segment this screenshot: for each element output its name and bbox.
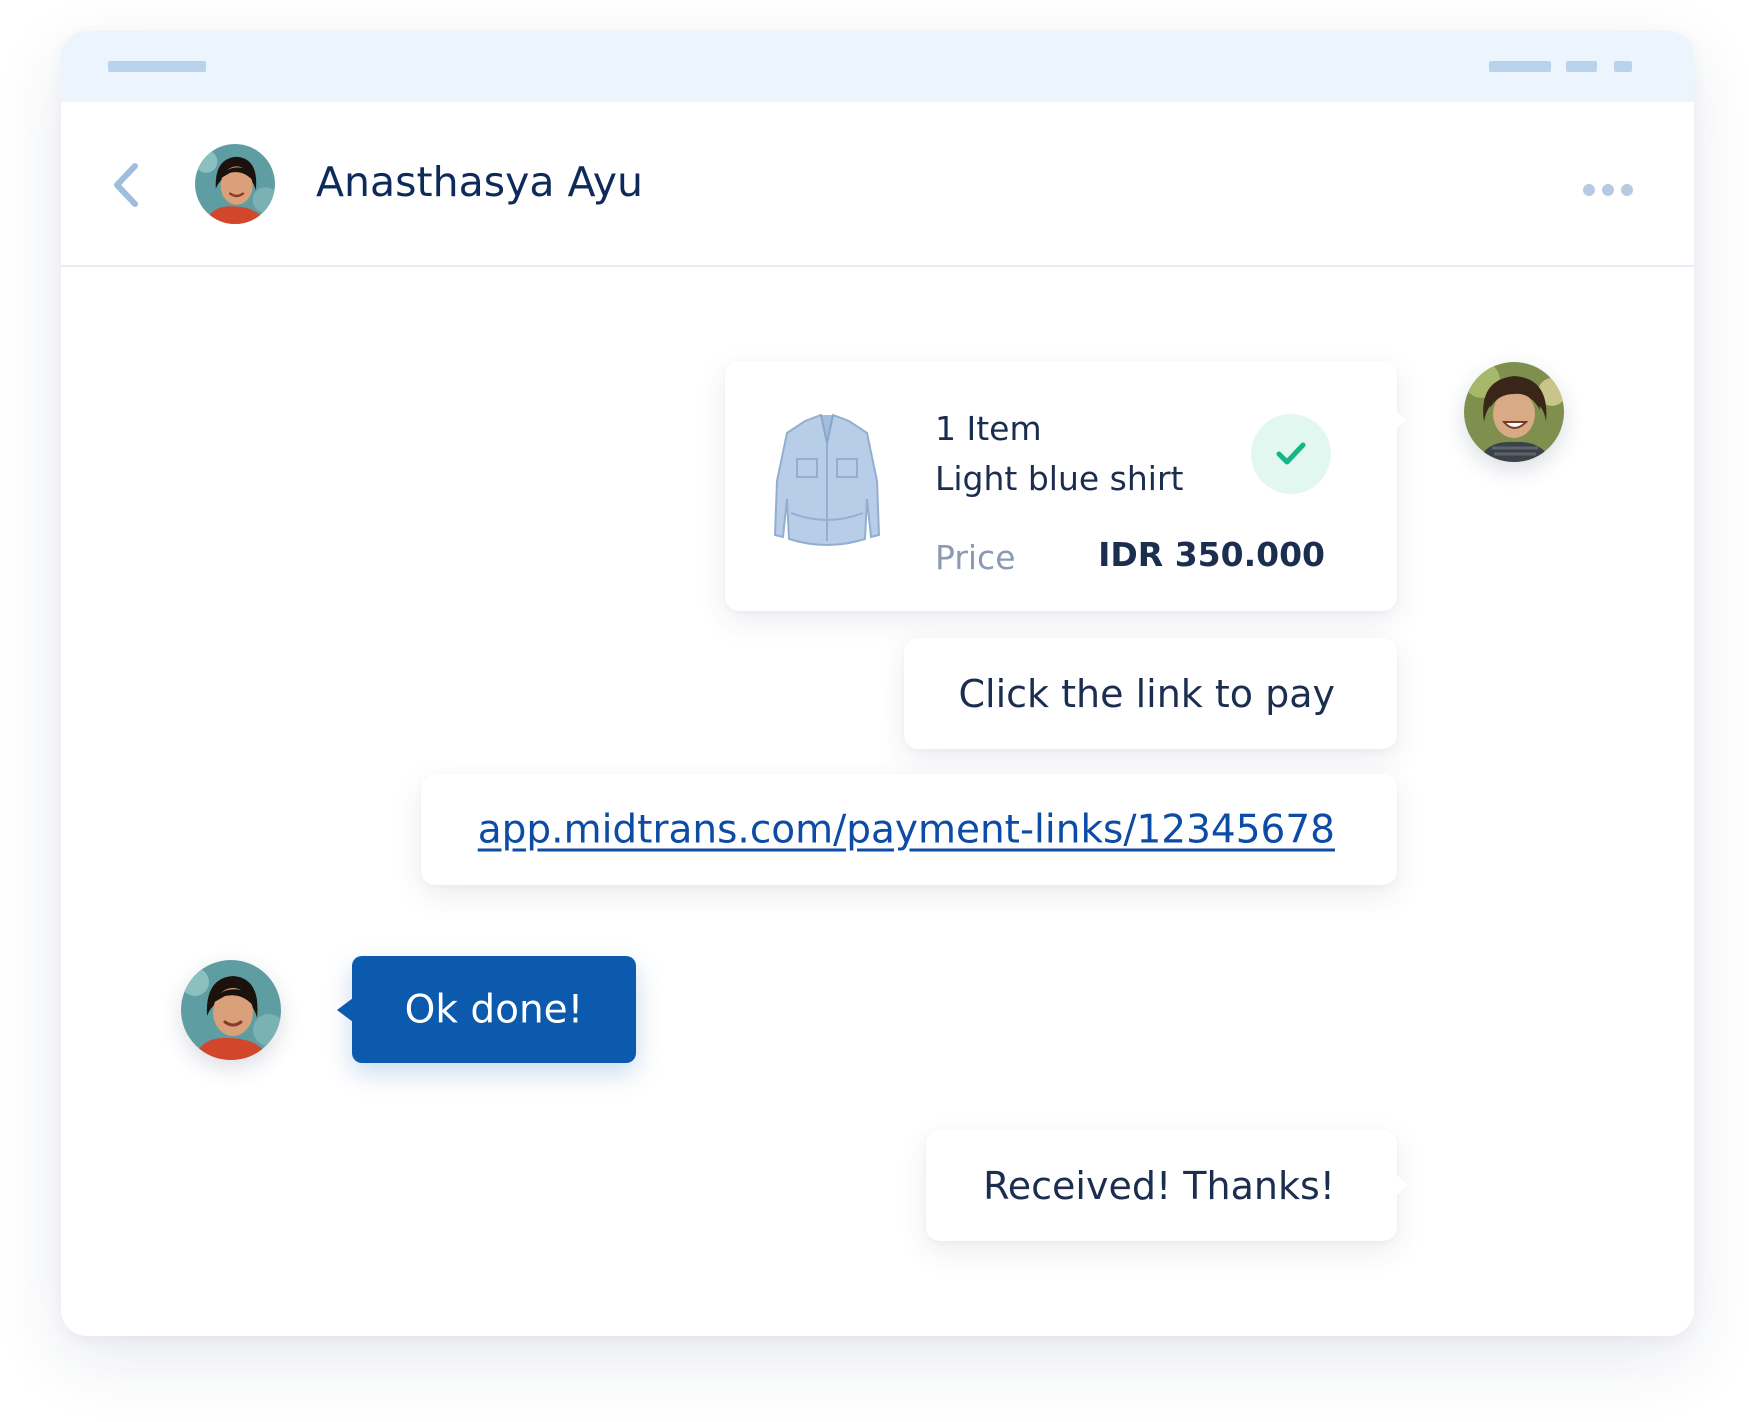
message-bubble-pay-prompt: Click the link to pay [904,638,1397,749]
paid-status-badge [1251,414,1331,494]
price-value: IDR 350.000 [1098,535,1325,574]
more-horizontal-icon[interactable] [1581,180,1635,200]
window-titlebar [61,31,1694,102]
titlebar-placeholder-bar [108,61,206,72]
bubble-tail [337,998,353,1022]
message-bubble-customer-reply: Ok done! [337,956,636,1063]
price-label: Price [935,538,1016,577]
window-control-bar [1614,61,1632,72]
chevron-left-icon[interactable] [105,160,145,210]
chat-header: Anasthasya Ayu [61,102,1694,267]
message-text: Received! Thanks! [983,1163,1335,1208]
bubble-tail [1397,1175,1408,1195]
message-bubble-merchant-reply: Received! Thanks! [926,1130,1408,1241]
contact-avatar[interactable] [195,144,275,224]
message-text: Ok done! [404,987,584,1032]
contact-name: Anasthasya Ayu [316,158,643,206]
item-count: 1 Item [935,409,1042,448]
window-control-bar [1489,61,1551,72]
message-text: Click the link to pay [958,671,1335,716]
message-bubble-payment-link: app.midtrans.com/payment-links/12345678 [421,774,1397,885]
product-card[interactable]: 1 Item Light blue shirt Price IDR 350.00… [725,361,1406,611]
product-image-shirt [773,413,881,546]
item-name: Light blue shirt [935,459,1184,498]
bubble-tail [1394,409,1406,431]
chat-window: Anasthasya Ayu 1 Item Light blue shirt P… [61,31,1694,1336]
merchant-avatar [1464,362,1564,462]
customer-avatar [181,960,281,1060]
window-control-bar [1566,61,1597,72]
check-icon [1276,442,1306,465]
payment-link[interactable]: app.midtrans.com/payment-links/12345678 [478,807,1335,852]
